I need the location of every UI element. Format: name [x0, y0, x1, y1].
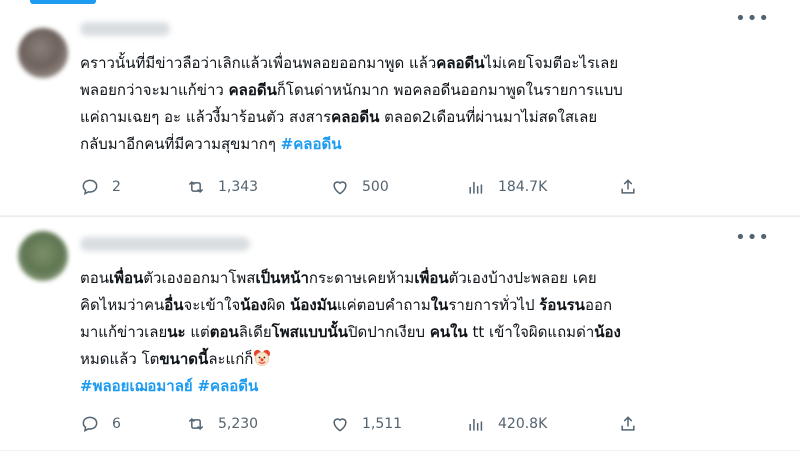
text-segment: ตลอด2เดือนที่ผ่านมาไม่สดใสเลย: [379, 108, 598, 126]
hashtag-link[interactable]: #คลอดีน: [197, 377, 258, 395]
active-tab-indicator: [30, 0, 96, 4]
bold-text: นี้: [198, 350, 209, 368]
text-segment: ออก: [584, 296, 613, 314]
retweet-count: 1,343: [218, 179, 259, 195]
share-icon: [621, 416, 635, 431]
bold-text: โพสแบบ: [271, 323, 328, 341]
text-segment: มาแก้ข่าวเลย: [80, 323, 168, 341]
text-segment: กระดาษเคยห้าม: [308, 269, 415, 287]
bold-text: เพื่อน: [109, 269, 144, 287]
bold-text: คลอดีน: [331, 108, 380, 126]
reply-count: 6: [112, 416, 121, 432]
text-segment: แค่ถามเฉยๆ อะ แล้วงี้มาร้อนตัว สงสาร: [80, 108, 332, 126]
share-button[interactable]: [618, 176, 638, 198]
reply-icon: [82, 416, 98, 433]
hashtag-link[interactable]: #คลอดีน: [281, 135, 342, 153]
tweet-text-line: หมดแล้ว โตขนาดนี้ละแก่ก็: [80, 346, 770, 373]
text-segment: กลับมาอีกคนที่มีความสุขมากๆ: [80, 135, 281, 153]
tweet-text-line: #พลอยเฌอมาลย์ #คลอดีน: [80, 373, 770, 400]
text-segment: ตอน: [80, 269, 110, 287]
retweet-icon: [188, 180, 204, 194]
bold-text: ขนาด: [159, 350, 199, 368]
avatar[interactable]: [18, 231, 68, 281]
tweet-actions: 6 5,230 1,511 420.8K: [80, 413, 640, 435]
text-segment: ผิด: [266, 296, 291, 314]
text-segment: พลอยกว่าจะมาแก้ข่าว: [80, 81, 229, 99]
like-button[interactable]: 500: [330, 176, 389, 198]
text-segment: จะเข้าใจ: [183, 296, 241, 314]
more-icon[interactable]: •••: [735, 10, 770, 28]
bold-text: อื่น: [164, 296, 184, 314]
text-segment: ตัวเองออกมาโพส: [143, 269, 256, 287]
retweet-button[interactable]: 5,230: [186, 413, 258, 435]
tweet-text-line: กลับมาอีกคนที่มีความสุขมากๆ #คลอดีน: [80, 131, 770, 158]
like-icon: [333, 181, 347, 195]
tweet[interactable]: ••• คราวนั้นที่มีข่าวลือว่าเลิกแล้วเพื่อ…: [0, 6, 800, 216]
bold-text: น้อง: [594, 323, 621, 341]
text-segment: ปิดปากเงียบ: [347, 323, 430, 341]
tweet-text-line: ตอนเพื่อนตัวเองออกมาโพสเป็นหน้ากระดาษเคย…: [80, 265, 770, 292]
bold-text: คลอดีน: [228, 81, 277, 99]
bold-text: น้องมัน: [290, 296, 337, 314]
text-segment: คิดไหมว่าคน: [80, 296, 165, 314]
retweet-button[interactable]: 1,343: [186, 176, 258, 198]
text-segment: ละแก่ก็: [208, 350, 254, 368]
hashtag-link[interactable]: #พลอยเฌอมาลย์: [80, 377, 193, 395]
text-segment: แต่: [185, 323, 210, 341]
retweet-count: 5,230: [218, 416, 259, 432]
more-icon[interactable]: •••: [735, 229, 770, 247]
share-button[interactable]: [618, 413, 638, 435]
bold-text: นะ: [167, 323, 186, 341]
like-icon: [333, 418, 347, 432]
retweet-icon: [188, 417, 204, 431]
like-count: 500: [362, 179, 389, 195]
tweet-text: ตอนเพื่อนตัวเองออกมาโพสเป็นหน้ากระดาษเคย…: [80, 265, 770, 400]
views-count: 420.8K: [498, 416, 548, 432]
share-icon: [621, 179, 635, 194]
clown-face-emoji: [254, 349, 271, 366]
reply-icon: [82, 179, 98, 196]
text-segment: คราวนั้นที่มีข่าวลือว่าเลิกแล้วเพื่อนพลอ…: [80, 54, 437, 72]
text-segment: ลิเดีย: [238, 323, 272, 341]
bold-text: น้อง: [240, 296, 267, 314]
text-segment: หมดแล้ว โต: [80, 350, 160, 368]
bold-text: ร้อนรน: [539, 296, 585, 314]
like-button[interactable]: 1,511: [330, 413, 402, 435]
views-count: 184.7K: [498, 179, 548, 195]
tweet-text-line: คราวนั้นที่มีข่าวลือว่าเลิกแล้วเพื่อนพลอ…: [80, 50, 770, 77]
views-icon: [469, 419, 483, 431]
tweet-actions: 2 1,343 500 184.7K: [80, 176, 640, 198]
tweet-text-line: คิดไหมว่าคนอื่นจะเข้าใจน้องผิด น้องมันแค…: [80, 292, 770, 319]
bold-text: เพื่อน: [414, 269, 449, 287]
like-count: 1,511: [362, 416, 403, 432]
blurred-username[interactable]: [80, 237, 250, 251]
tweet-text: คราวนั้นที่มีข่าวลือว่าเลิกแล้วเพื่อนพลอ…: [80, 50, 770, 158]
reply-count: 2: [112, 179, 121, 195]
bold-text: คนใน: [429, 323, 468, 341]
text-segment: รายการทั่วไป: [448, 296, 540, 314]
tweet-text-line: พลอยกว่าจะมาแก้ข่าว คลอดีนก็โดนด่าหนักมา…: [80, 77, 770, 104]
tweet-text-line: มาแก้ข่าวเลยนะ แต่ตอนลิเดียโพสแบบนั้นปิด…: [80, 319, 770, 346]
bold-text: ใน: [430, 296, 449, 314]
tweet-text-line: แค่ถามเฉยๆ อะ แล้วงี้มาร้อนตัว สงสารคลอด…: [80, 104, 770, 131]
reply-button[interactable]: 6: [80, 413, 121, 435]
tweet[interactable]: ••• ตอนเพื่อนตัวเองออกมาโพสเป็นหน้ากระดา…: [0, 216, 800, 451]
reply-button[interactable]: 2: [80, 176, 121, 198]
blurred-username[interactable]: [80, 22, 170, 36]
bold-text: นั้น: [327, 323, 348, 341]
views-button[interactable]: 184.7K: [466, 176, 547, 198]
text-segment: ก็โดนด่าหนักมาก พอคลอดีนออกมาพูดในรายการ…: [276, 81, 623, 99]
text-segment: tt เข้าใจผิดแถมด่า: [467, 323, 595, 341]
avatar[interactable]: [18, 28, 68, 78]
views-icon: [469, 182, 483, 194]
text-segment: แค่ตอบคำถาม: [336, 296, 431, 314]
views-button[interactable]: 420.8K: [466, 413, 547, 435]
text-segment: ตัวเองบ้างปะพลอย เคย: [448, 269, 597, 287]
bold-text: เป็นหน้า: [255, 269, 309, 287]
bold-text: ตอน: [209, 323, 239, 341]
bold-text: คลอดีน: [436, 54, 485, 72]
text-segment: ไม่เคยโจมตีอะไรเลย: [484, 54, 619, 72]
